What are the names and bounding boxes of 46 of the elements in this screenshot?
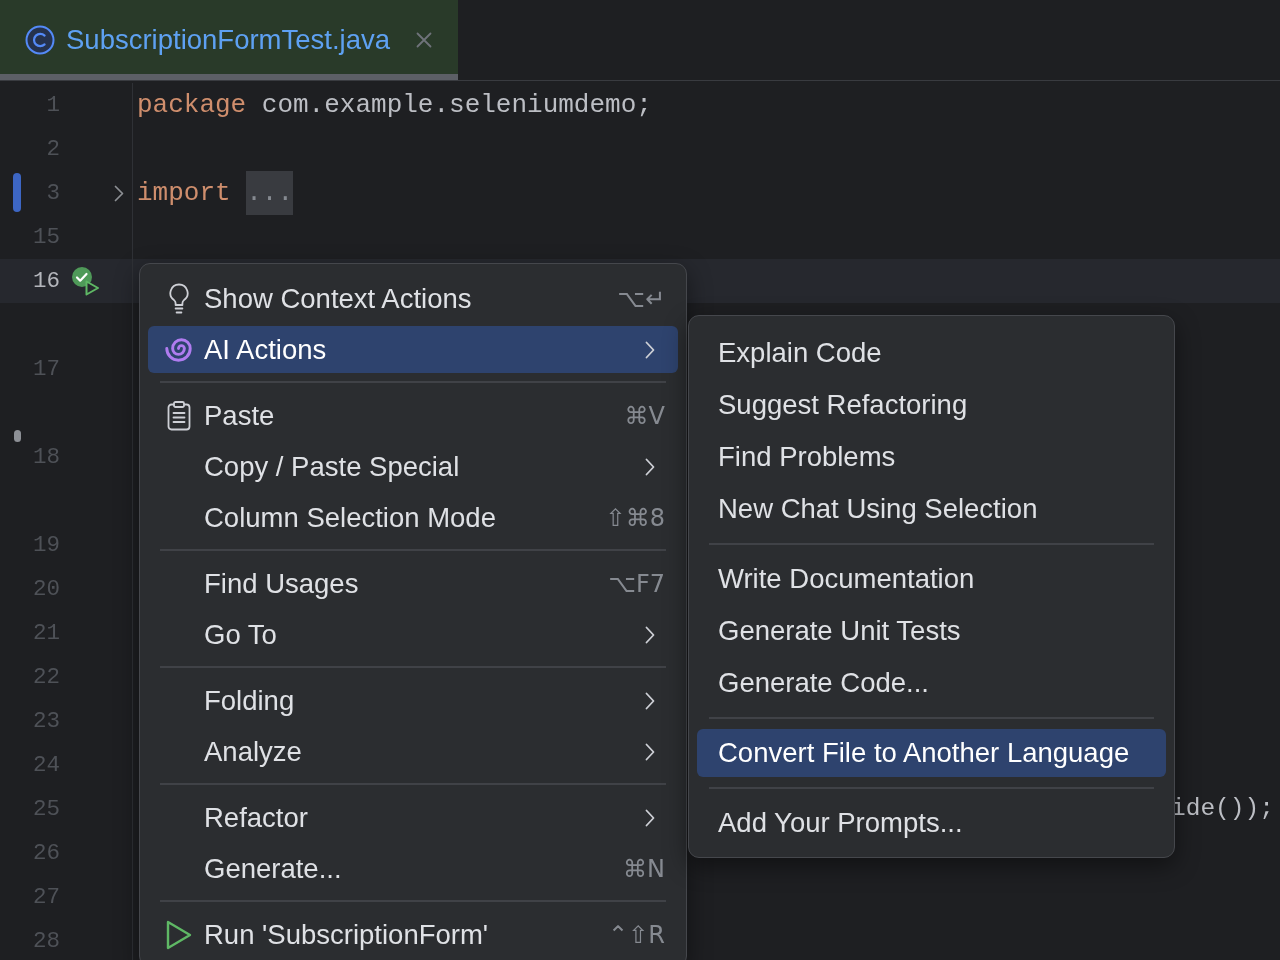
chevron-right-icon	[645, 457, 655, 476]
code-text: ide());	[1171, 794, 1274, 824]
menu-item[interactable]: New Chat Using Selection	[697, 485, 1166, 533]
spiral-icon	[165, 337, 192, 362]
code-text: package com.example.seleniumdemo;	[137, 89, 652, 122]
shortcut-text: ⌃⇧R	[608, 920, 665, 949]
menu-item[interactable]: Paste ⌘V	[148, 392, 678, 439]
chevron-right-icon	[645, 691, 655, 710]
menu-item[interactable]: Write Documentation	[697, 555, 1166, 603]
menu-item[interactable]: Find Usages ⌥F7	[148, 560, 678, 607]
shortcut-text: ⌘N	[623, 854, 665, 883]
chevron-right-icon	[645, 625, 655, 644]
menu-item[interactable]: Analyze	[148, 728, 678, 775]
menu-item[interactable]: Suggest Refactoring	[697, 381, 1166, 429]
chevron-right-icon	[645, 808, 655, 827]
menu-item[interactable]: Column Selection Mode ⇧⌘8	[148, 494, 678, 541]
expand-chevron-icon[interactable]	[114, 184, 124, 202]
line-number: 16	[32, 267, 60, 296]
code-text: import	[137, 177, 231, 210]
menu-item[interactable]: Explain Code	[697, 329, 1166, 377]
shortcut-text: ⌥F7	[608, 569, 665, 598]
run-status-icon[interactable]	[70, 266, 100, 296]
menu-item[interactable]: Go To	[148, 611, 678, 658]
shortcut-text: ⌥↵	[617, 284, 665, 313]
menu-item[interactable]: Run 'SubscriptionForm' ⌃⇧R	[148, 911, 678, 958]
close-icon[interactable]	[416, 32, 432, 48]
menu-item[interactable]: Folding	[148, 677, 678, 724]
class-icon	[25, 25, 55, 55]
shortcut-text: ⌘V	[624, 401, 665, 430]
chevron-right-icon	[645, 340, 655, 359]
menu-item[interactable]: Copy / Paste Special	[148, 443, 678, 490]
menu-item[interactable]: Generate Unit Tests	[697, 607, 1166, 655]
menu-item[interactable]: Find Problems	[697, 433, 1166, 481]
chevron-right-icon	[645, 742, 655, 761]
menu-item[interactable]: Refactor	[148, 794, 678, 841]
menu-item[interactable]: Generate Code...	[697, 659, 1166, 707]
run-icon	[165, 919, 192, 950]
menu-item[interactable]: Show Context Actions ⌥↵	[148, 275, 678, 322]
menu-item[interactable]: Generate... ⌘N	[148, 845, 678, 892]
editor-tab[interactable]: SubscriptionFormTest.java	[0, 0, 458, 80]
menu-item[interactable]: Convert File to Another Language	[697, 729, 1166, 777]
menu-item[interactable]: Add Your Prompts...	[697, 799, 1166, 847]
menu-item[interactable]: AI Actions	[148, 326, 678, 373]
lightbulb-icon	[167, 282, 190, 315]
shortcut-text: ⇧⌘8	[605, 503, 665, 532]
clipboard-icon	[166, 400, 191, 431]
